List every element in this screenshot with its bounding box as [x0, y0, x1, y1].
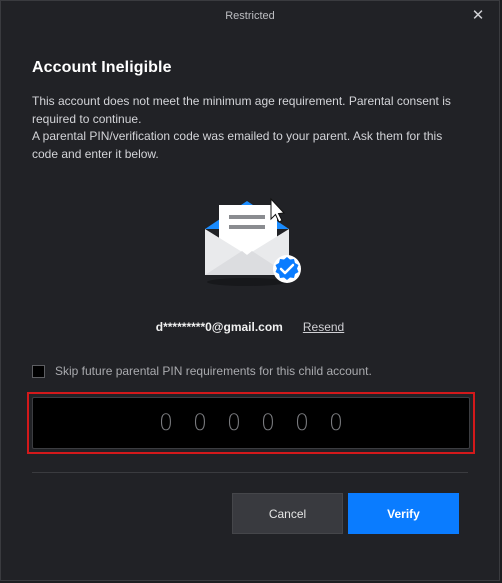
pin-digit: 0 — [159, 410, 173, 436]
page-title: Account Ineligible — [32, 59, 172, 76]
skip-pin-checkbox[interactable] — [32, 364, 45, 378]
cancel-button[interactable]: Cancel — [232, 493, 343, 534]
close-icon[interactable]: ✕ — [469, 6, 487, 24]
pin-digit: 0 — [295, 410, 309, 436]
pin-digit: 0 — [227, 410, 241, 436]
pin-input-highlight: 0 0 0 0 0 0 — [27, 392, 475, 454]
masked-email: d*********0@gmail.com — [155, 320, 283, 334]
title-bar: Restricted ✕ — [1, 1, 499, 31]
divider — [32, 472, 468, 473]
description: This account does not meet the minimum a… — [32, 93, 468, 163]
envelope-check-icon — [195, 193, 305, 293]
restricted-dialog-window: Restricted ✕ Account Ineligible This acc… — [0, 0, 500, 581]
description-line-1: This account does not meet the minimum a… — [32, 94, 451, 126]
dialog-content: Account Ineligible This account does not… — [1, 59, 499, 454]
pin-digit: 0 — [193, 410, 207, 436]
pin-digit: 0 — [261, 410, 275, 436]
window-title: Restricted — [225, 10, 275, 22]
skip-pin-row: Skip future parental PIN requirements fo… — [32, 364, 468, 378]
email-row: d*********0@gmail.com Resend — [32, 320, 468, 334]
skip-pin-label: Skip future parental PIN requirements fo… — [55, 364, 372, 378]
description-line-2: A parental PIN/verification code was ema… — [32, 129, 443, 161]
resend-link[interactable]: Resend — [303, 320, 344, 334]
pin-digit: 0 — [329, 410, 343, 436]
verify-button[interactable]: Verify — [348, 493, 459, 534]
button-row: Cancel Verify — [1, 493, 499, 534]
pin-input[interactable]: 0 0 0 0 0 0 — [32, 397, 470, 449]
